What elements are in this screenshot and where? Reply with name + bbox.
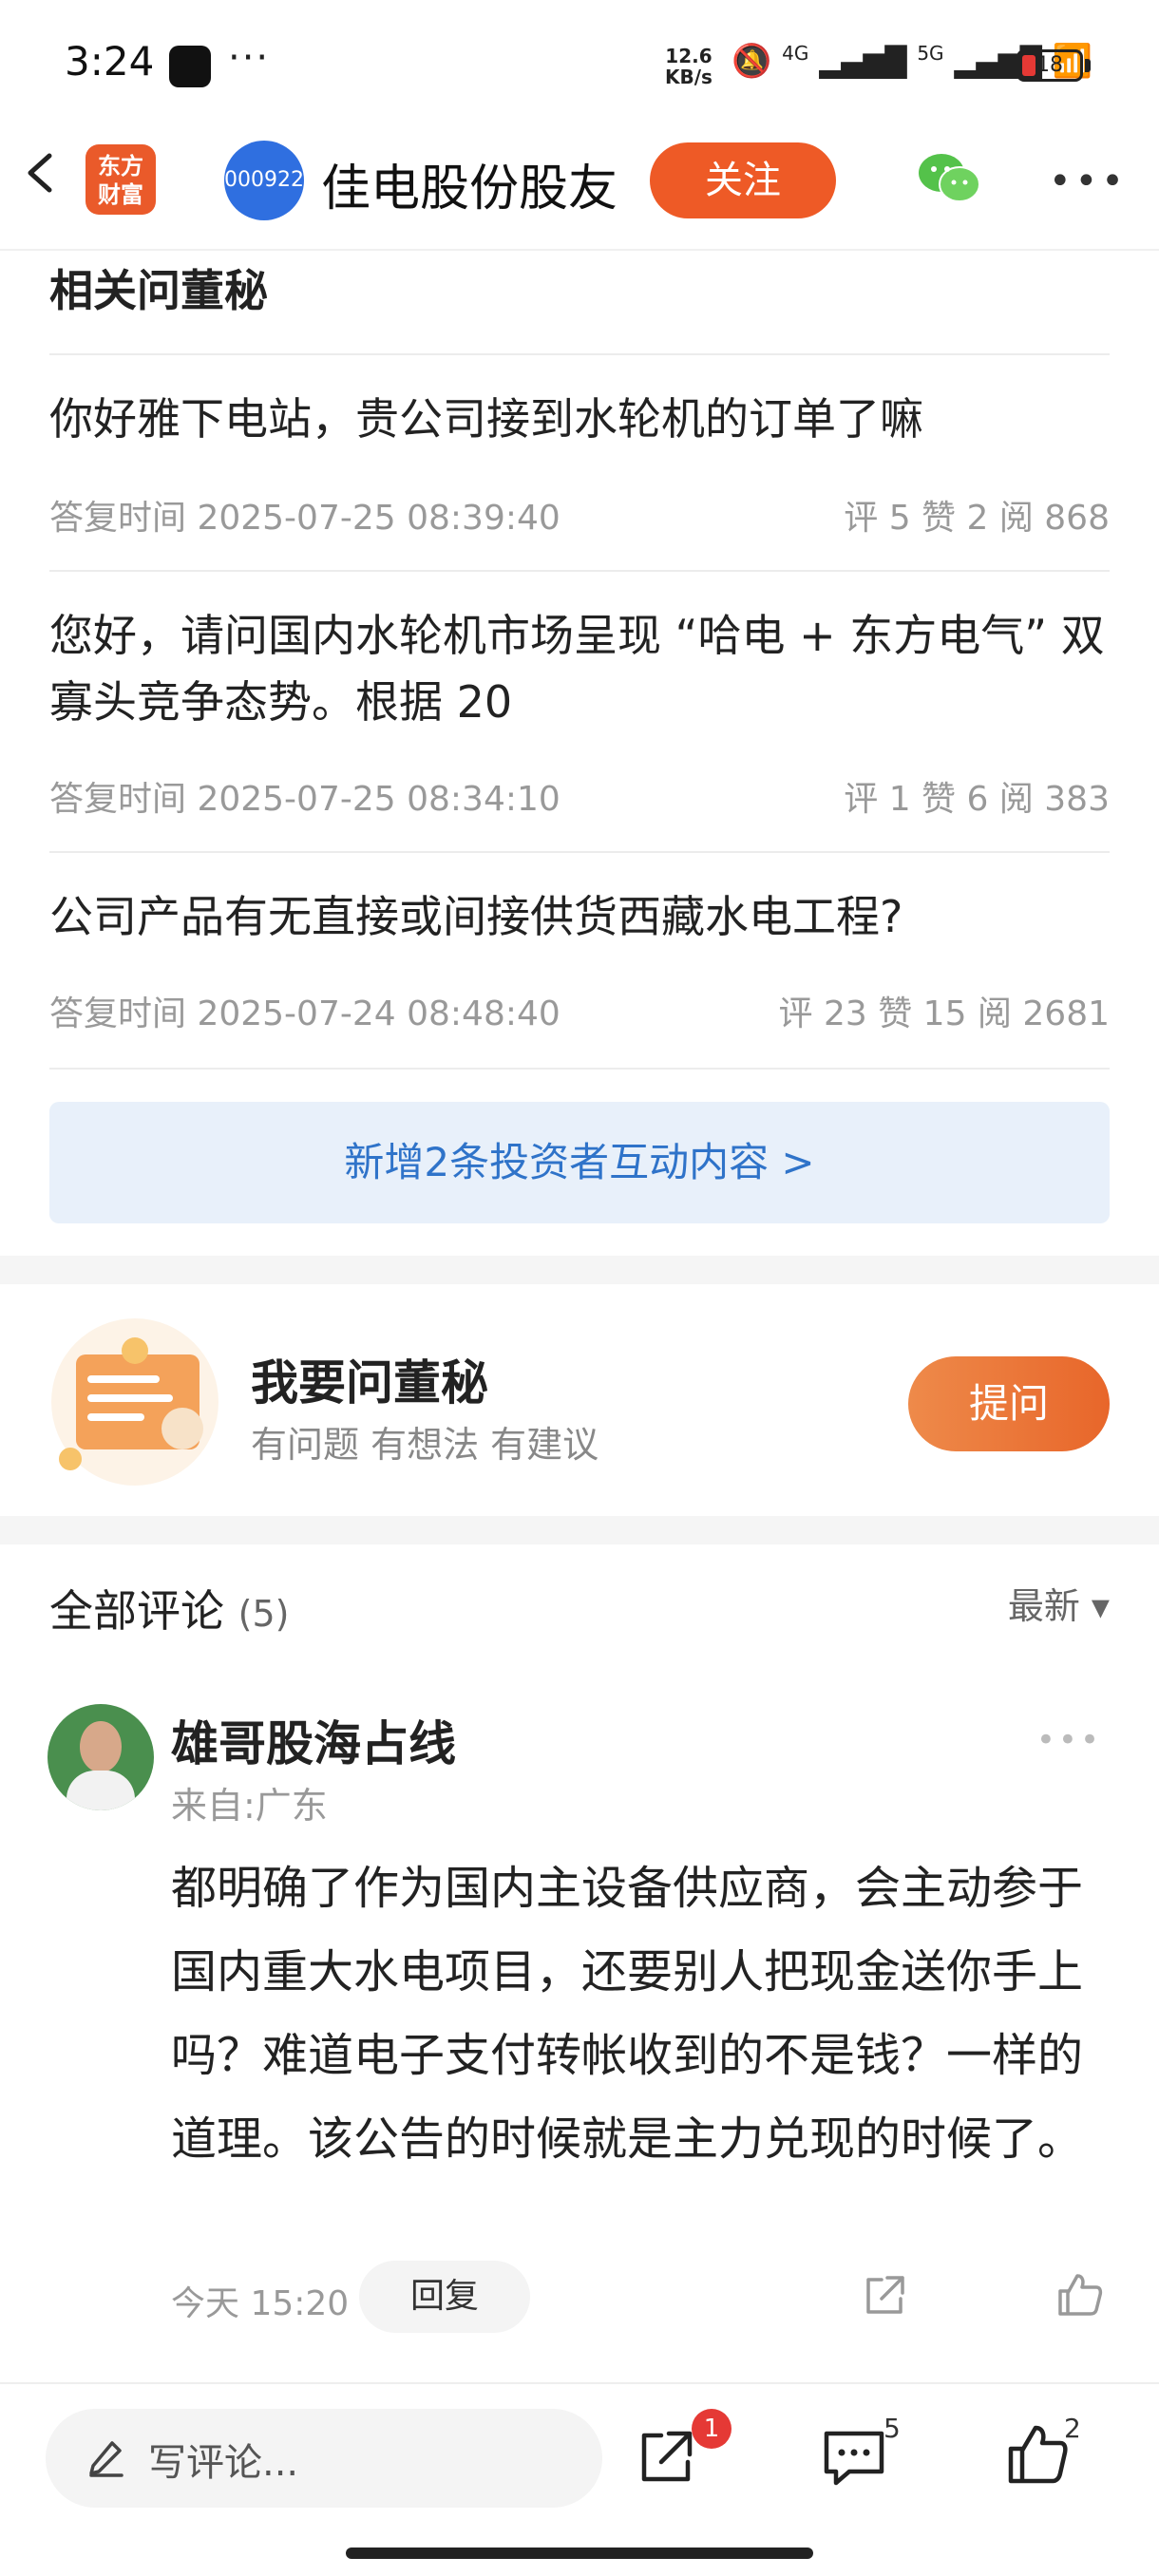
- mute-icon: 🔕: [732, 42, 772, 81]
- comment-text: 都明确了作为国内主设备供应商，会主动参于国内重大水电项目，还要别人把现金送你手上…: [171, 1862, 1084, 2166]
- status-time: 3:24: [65, 38, 155, 85]
- divider: [49, 1068, 1110, 1070]
- home-indicator[interactable]: [346, 2548, 813, 2559]
- follow-button[interactable]: 关注: [650, 142, 836, 218]
- section-title-qa: 相关问董秘: [49, 265, 268, 316]
- divider: [49, 353, 1110, 355]
- share-icon[interactable]: [635, 2426, 697, 2489]
- tiktok-icon: [169, 46, 211, 87]
- signal-4g-icon: ▂▄▆█: [819, 46, 907, 80]
- qa-question[interactable]: 公司产品有无直接或间接供货西藏水电工程?: [49, 883, 1110, 950]
- qa-question[interactable]: 你好雅下电站，贵公司接到水轮机的订单了嘛: [49, 386, 1110, 452]
- back-arrow-icon[interactable]: [21, 152, 63, 194]
- comment-time: 今天 15:20: [171, 2284, 350, 2323]
- divider: [49, 570, 1110, 572]
- reply-button[interactable]: 回复: [359, 2261, 530, 2333]
- sort-dropdown[interactable]: 最新 ▾: [1008, 1577, 1110, 1629]
- comment-location: 来自:广东: [171, 1785, 328, 1827]
- comment-count: 5: [884, 2413, 901, 2444]
- like-icon[interactable]: [1005, 2422, 1070, 2487]
- battery-level: 18: [1036, 53, 1063, 77]
- ask-illustration-icon: [51, 1318, 218, 1486]
- comment-author[interactable]: 雄哥股海占线: [171, 1706, 456, 1774]
- more-menu-icon[interactable]: •••: [1049, 160, 1128, 203]
- logo-line1: 东方: [98, 153, 143, 180]
- signal-4g-label: 4G: [782, 42, 809, 65]
- divider: [49, 851, 1110, 853]
- page-title: 佳电股份股友: [321, 161, 618, 218]
- qa-answer-time: 答复时间 2025-07-24 08:48:40: [49, 994, 560, 1033]
- qa-stats: 评 5 赞 2 阅 868: [844, 499, 1110, 538]
- signal-5g-label: 5G: [917, 42, 944, 65]
- header-divider: [0, 249, 1159, 251]
- qa-stats: 评 1 赞 6 阅 383: [844, 780, 1110, 819]
- battery-nub: [1085, 59, 1091, 72]
- section-gap: [0, 1516, 1159, 1544]
- qa-question[interactable]: 您好，请问国内水轮机市场呈现 “哈电 + 东方电气” 双寡头竞争态势。根据 20: [49, 602, 1110, 735]
- ask-title: 我要问董秘: [251, 1355, 488, 1411]
- comment-more-icon[interactable]: •••: [1036, 1721, 1102, 1759]
- comment-icon[interactable]: [821, 2426, 887, 2489]
- share-icon[interactable]: [861, 2272, 908, 2320]
- pencil-icon: [89, 2441, 124, 2477]
- ask-question-button[interactable]: 提问: [908, 1356, 1110, 1451]
- share-badge: 1: [692, 2409, 732, 2449]
- comments-title: 全部评论: [49, 1585, 224, 1637]
- like-count: 2: [1064, 2413, 1081, 2444]
- wechat-icon[interactable]: [916, 150, 982, 207]
- ask-subtitle: 有问题 有想法 有建议: [251, 1424, 599, 1466]
- more-interactions-link[interactable]: 新增2条投资者互动内容 >: [49, 1102, 1110, 1223]
- section-gap: [0, 1256, 1159, 1284]
- qa-answer-time: 答复时间 2025-07-25 08:34:10: [49, 780, 560, 819]
- network-speed-value: 12.6: [665, 45, 712, 67]
- avatar[interactable]: [48, 1704, 154, 1810]
- battery-icon: 18: [1016, 49, 1083, 82]
- network-speed: 12.6 KB/s: [665, 46, 712, 87]
- write-comment-placeholder[interactable]: 写评论...: [148, 2432, 298, 2487]
- qa-stats: 评 23 赞 15 阅 2681: [778, 994, 1110, 1033]
- network-speed-unit: KB/s: [665, 66, 712, 88]
- bottom-divider: [0, 2382, 1159, 2384]
- status-more-icon: ···: [228, 36, 271, 80]
- qa-answer-time: 答复时间 2025-07-25 08:39:40: [49, 499, 560, 538]
- comments-count: (5): [238, 1593, 290, 1635]
- logo-line2: 财富: [98, 181, 143, 208]
- stock-code-badge[interactable]: 000922: [224, 141, 304, 220]
- comments-header: 全部评论 (5): [49, 1577, 289, 1639]
- like-icon[interactable]: [1054, 2270, 1104, 2320]
- eastmoney-logo[interactable]: 东方 财富: [86, 144, 156, 215]
